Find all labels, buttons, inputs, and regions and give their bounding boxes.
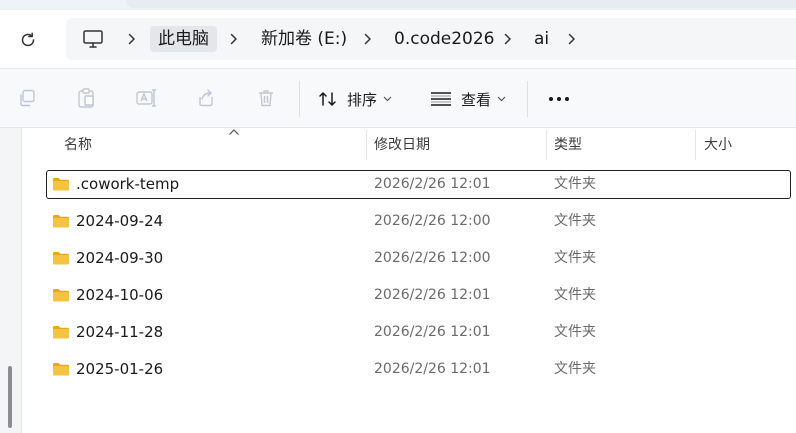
table-row[interactable]: 2024-11-28 2026/2/26 12:01 文件夹	[46, 318, 791, 347]
file-type: 文件夹	[554, 250, 596, 266]
folder-icon	[53, 326, 69, 339]
sort-ascending-icon	[229, 129, 239, 135]
view-menu-button[interactable]: 查看	[430, 87, 506, 111]
share-icon	[199, 89, 213, 107]
sort-label: 排序	[347, 90, 378, 109]
toolbar-divider	[299, 81, 300, 117]
breadcrumb-chevron-icon[interactable]	[224, 29, 244, 49]
folder-icon	[53, 215, 69, 228]
sort-menu-button[interactable]: 排序	[318, 87, 392, 111]
folder-icon	[53, 252, 69, 265]
file-modified: 2026/2/26 12:01	[374, 324, 491, 340]
paste-button[interactable]	[75, 87, 97, 109]
folder-icon	[53, 178, 69, 191]
breadcrumb-item-drive-e[interactable]: 新加卷 (E:)	[253, 26, 355, 52]
table-row[interactable]: 2025-01-26 2026/2/26 12:01 文件夹	[46, 355, 791, 384]
file-type: 文件夹	[554, 287, 596, 303]
paste-icon	[78, 88, 94, 108]
file-modified: 2026/2/26 12:00	[374, 250, 491, 266]
column-divider[interactable]	[546, 130, 547, 160]
breadcrumb-chevron-icon[interactable]	[358, 29, 378, 49]
file-modified: 2026/2/26 12:01	[374, 176, 491, 192]
breadcrumb-chevron-icon[interactable]	[122, 29, 142, 49]
table-row[interactable]: 2024-09-24 2026/2/26 12:00 文件夹	[46, 207, 791, 236]
delete-icon	[259, 90, 273, 107]
breadcrumb-item-ai[interactable]: ai	[526, 26, 557, 52]
file-name: .cowork-temp	[76, 175, 180, 193]
file-type: 文件夹	[554, 213, 596, 229]
breadcrumb-chevron-icon[interactable]	[498, 29, 518, 49]
rename-button[interactable]	[135, 87, 157, 109]
file-name: 2025-01-26	[76, 360, 164, 378]
toolbar-divider	[527, 81, 528, 117]
column-divider[interactable]	[366, 130, 367, 160]
file-type: 文件夹	[554, 324, 596, 340]
command-bar: 排序 查看	[0, 68, 796, 128]
rename-icon	[136, 89, 156, 107]
navigation-scrollbar[interactable]	[8, 366, 12, 428]
file-modified: 2026/2/26 12:01	[374, 287, 491, 303]
folder-icon	[53, 363, 69, 376]
chevron-down-icon	[497, 96, 506, 102]
address-row: 此电脑 新加卷 (E:) 0.code2026 ai	[0, 10, 796, 68]
file-type: 文件夹	[554, 176, 596, 192]
address-bar[interactable]: 此电脑 新加卷 (E:) 0.code2026 ai	[66, 18, 796, 60]
refresh-icon	[21, 32, 35, 47]
share-button[interactable]	[195, 87, 217, 109]
copy-button[interactable]	[16, 87, 38, 109]
table-row[interactable]: .cowork-temp 2026/2/26 12:01 文件夹	[46, 170, 791, 199]
column-header-modified[interactable]: 修改日期	[374, 128, 430, 162]
active-tab-edge	[126, 0, 796, 8]
refresh-button[interactable]	[12, 26, 44, 54]
folder-icon	[53, 289, 69, 302]
tab-strip	[0, 0, 796, 10]
more-icon	[549, 97, 569, 101]
column-header-name[interactable]: 名称	[64, 128, 92, 162]
more-options-button[interactable]	[546, 87, 572, 111]
column-header-size[interactable]: 大小	[704, 128, 732, 162]
view-icon	[431, 92, 451, 106]
this-pc-icon[interactable]	[82, 28, 104, 50]
breadcrumb-item-this-pc[interactable]: 此电脑	[150, 26, 217, 52]
file-modified: 2026/2/26 12:01	[374, 361, 491, 377]
file-name: 2024-09-30	[76, 249, 164, 267]
delete-button[interactable]	[255, 87, 277, 109]
file-modified: 2026/2/26 12:00	[374, 213, 491, 229]
file-type: 文件夹	[554, 361, 596, 377]
column-divider[interactable]	[695, 130, 696, 160]
file-list-pane: 名称 修改日期 类型 大小 .cowork-temp 2026/2/26 12:…	[0, 128, 796, 433]
copy-icon	[20, 89, 35, 107]
table-row[interactable]: 2024-09-30 2026/2/26 12:00 文件夹	[46, 244, 791, 273]
breadcrumb-item-code2026[interactable]: 0.code2026	[386, 26, 502, 52]
breadcrumb-chevron-icon[interactable]	[562, 29, 582, 49]
navigation-pane	[0, 128, 22, 433]
table-row[interactable]: 2024-10-06 2026/2/26 12:01 文件夹	[46, 281, 791, 310]
sort-icon	[319, 92, 336, 106]
file-name: 2024-09-24	[76, 212, 164, 230]
column-header-type[interactable]: 类型	[554, 128, 582, 162]
column-header-row: 名称 修改日期 类型 大小	[22, 128, 796, 162]
view-label: 查看	[461, 90, 492, 109]
file-name: 2024-10-06	[76, 286, 164, 304]
file-name: 2024-11-28	[76, 323, 164, 341]
chevron-down-icon	[383, 96, 392, 102]
